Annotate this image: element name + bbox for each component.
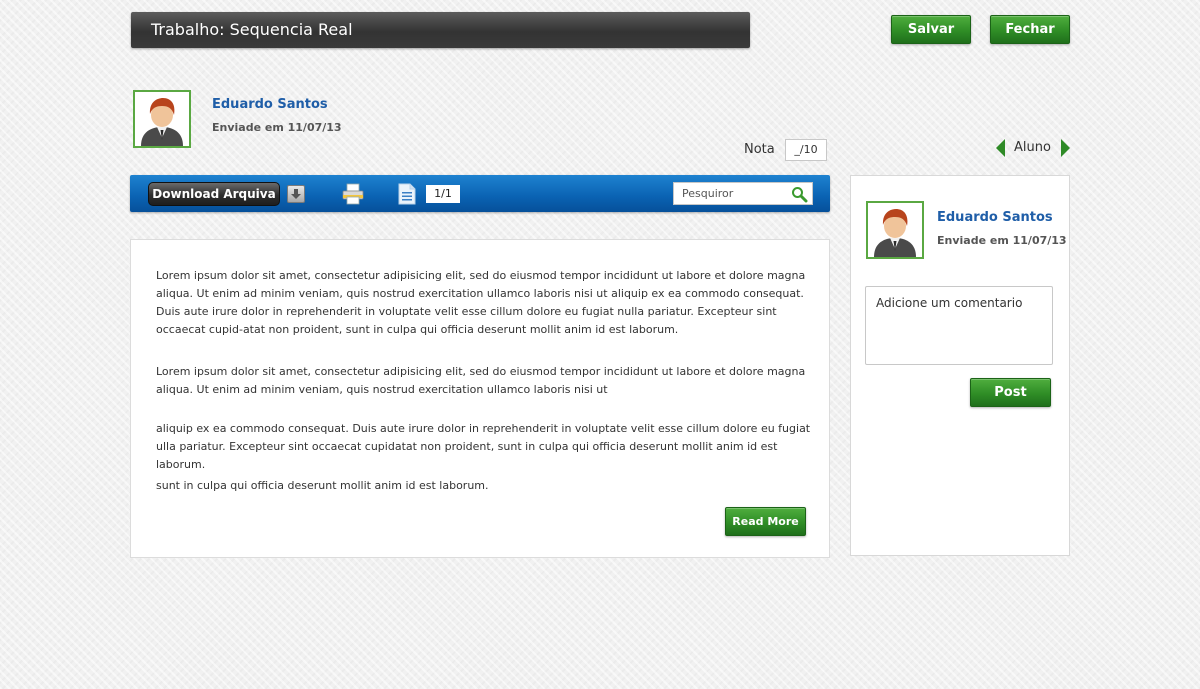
page-count: 1/1: [426, 185, 460, 203]
document-paragraph: aliquip ex ea commodo consequat. Duis au…: [156, 422, 811, 471]
document-icon[interactable]: [398, 183, 416, 205]
document-paragraph: Lorem ipsum dolor sit amet, consectetur …: [156, 365, 806, 396]
submission-date: Enviade em 11/07/13: [212, 121, 342, 134]
post-button[interactable]: Post: [970, 378, 1051, 407]
avatar: [866, 201, 924, 259]
close-button[interactable]: Fechar: [990, 15, 1070, 44]
download-arrow-icon[interactable]: [287, 185, 305, 203]
arrow-left-icon[interactable]: [996, 139, 1005, 157]
page-title-bar: Trabalho: Sequencia Real: [131, 12, 750, 48]
printer-icon[interactable]: [342, 183, 364, 205]
grade-input[interactable]: _/10: [785, 139, 827, 161]
document-paragraph: sunt in culpa qui officia deserunt molli…: [156, 479, 489, 492]
avatar: [133, 90, 191, 148]
comment-author-name[interactable]: Eduardo Santos: [937, 210, 1053, 225]
document-viewer: Lorem ipsum dolor sit amet, consectetur …: [130, 239, 830, 558]
arrow-right-icon[interactable]: [1061, 139, 1070, 157]
search-input[interactable]: [682, 183, 787, 204]
download-button[interactable]: Download Arquiva: [148, 182, 280, 206]
comment-input[interactable]: [865, 286, 1053, 365]
user-avatar-icon: [135, 92, 189, 146]
page-title: Trabalho: Sequencia Real: [151, 20, 353, 39]
search-box: [673, 182, 813, 205]
document-paragraph: Lorem ipsum dolor sit amet, consectetur …: [156, 269, 806, 336]
save-button[interactable]: Salvar: [891, 15, 971, 44]
comments-panel: Eduardo Santos Enviade em 11/07/13 Post: [850, 175, 1070, 556]
user-avatar-icon: [868, 203, 922, 257]
document-toolbar: Download Arquiva 1/1: [130, 175, 830, 212]
comment-author-date: Enviade em 11/07/13: [937, 234, 1067, 247]
read-more-button[interactable]: Read More: [725, 507, 806, 536]
magnifier-icon[interactable]: [791, 186, 808, 203]
student-nav-label: Aluno: [1014, 140, 1051, 155]
author-name[interactable]: Eduardo Santos: [212, 97, 328, 112]
grade-label: Nota: [744, 142, 775, 157]
